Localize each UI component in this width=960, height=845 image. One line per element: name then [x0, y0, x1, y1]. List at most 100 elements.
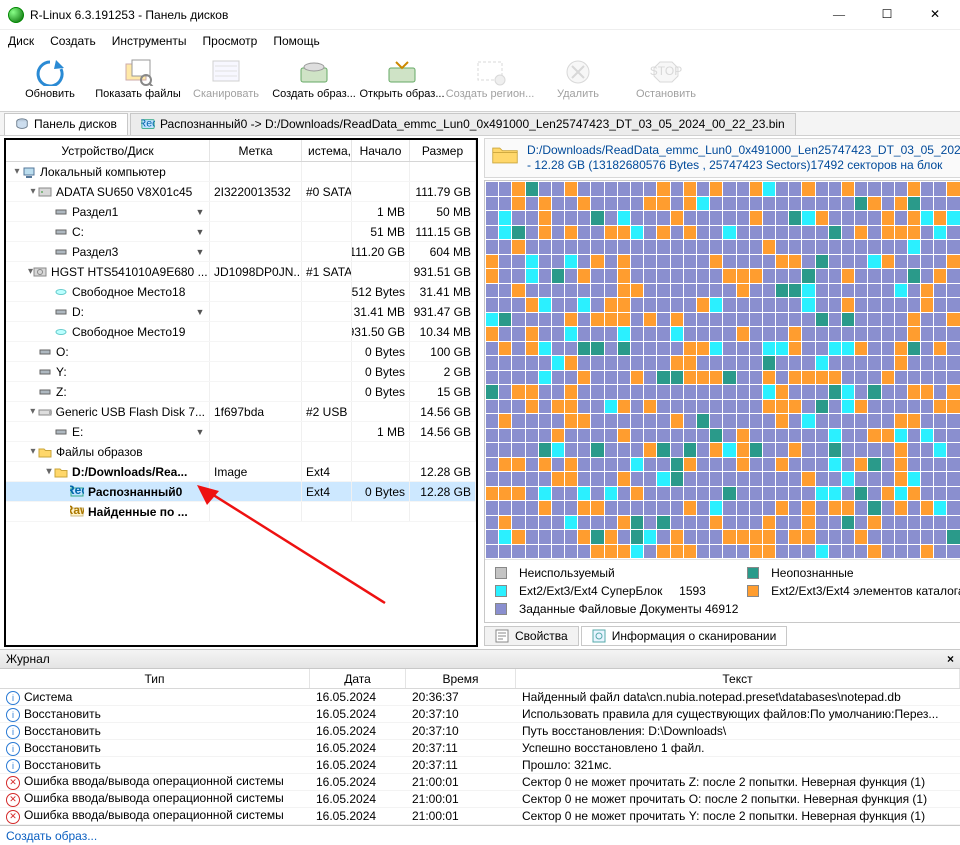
tree-size: 604 MB	[410, 242, 476, 261]
tree-fs: #1 SATA, HDD	[302, 262, 352, 281]
tree-start: 111.20 GB	[352, 242, 410, 261]
svg-text:Rec: Rec	[70, 485, 84, 497]
journal-row[interactable]: iВосстановить16.05.202420:37:10Использов…	[0, 706, 960, 723]
jcol-date[interactable]: Дата	[310, 669, 406, 688]
tree-row[interactable]: ▾Generic USB Flash Disk 7...1f697bda#2 U…	[6, 402, 476, 422]
col-device[interactable]: Устройство/Диск	[6, 140, 210, 161]
journal-type: Ошибка ввода/вывода операционной системы	[24, 774, 284, 788]
tree-row[interactable]: ▾Файлы образов	[6, 442, 476, 462]
twisty-icon[interactable]: ▾	[28, 406, 38, 417]
tree-row[interactable]: Раздел3▼111.20 GB604 MB	[6, 242, 476, 262]
tree-row[interactable]: Y:0 Bytes2 GB	[6, 362, 476, 382]
tree-start: 931.50 GB	[352, 322, 410, 341]
status-text: Создать образ...	[6, 829, 97, 843]
create-region-icon	[474, 58, 506, 86]
tree-name: Y:	[56, 365, 67, 379]
tree-row[interactable]: Свободное Место19931.50 GB10.34 MB	[6, 322, 476, 342]
dropdown-icon[interactable]: ▼	[195, 207, 205, 217]
maximize-button[interactable]: ☐	[872, 7, 902, 22]
col-start[interactable]: Начало	[352, 140, 410, 161]
journal-row[interactable]: ✕Ошибка ввода/вывода операционной систем…	[0, 791, 960, 808]
tree-row[interactable]: C:▼51 MB111.15 GB	[6, 222, 476, 242]
toolbar-show-files-button[interactable]: Показать файлы	[96, 56, 180, 104]
col-label[interactable]: Метка	[210, 140, 302, 161]
tab-recognized[interactable]: Rec Распознанный0 -> D:/Downloads/ReadDa…	[130, 113, 796, 135]
journal-row[interactable]: iВосстановить16.05.202420:37:10Путь восс…	[0, 723, 960, 740]
twisty-icon[interactable]: ▾	[28, 186, 38, 197]
col-fs[interactable]: истема,	[302, 140, 352, 161]
tree-row[interactable]: Свободное Место18512 Bytes31.41 MB	[6, 282, 476, 302]
sector-grid[interactable]	[485, 181, 960, 559]
journal-text: Сектор 0 не может прочитать Z: после 2 п…	[516, 775, 960, 789]
error-icon: ✕	[6, 776, 20, 790]
dropdown-icon[interactable]: ▼	[195, 227, 205, 237]
ssd-icon	[38, 185, 52, 199]
twisty-icon[interactable]: ▾	[28, 446, 38, 457]
toolbar-label: Показать файлы	[95, 88, 180, 100]
legend-dir: Ext2/Ext3/Ext4 элементов каталога 4990	[771, 584, 960, 598]
tab-label: Распознанный0 -> D:/Downloads/ReadData_e…	[160, 117, 785, 131]
twisty-icon[interactable]: ▾	[12, 166, 22, 177]
toolbar-refresh-button[interactable]: Обновить	[8, 56, 92, 104]
tree-row[interactable]: RawНайденные по ...	[6, 502, 476, 522]
dropdown-icon[interactable]: ▼	[195, 427, 205, 437]
tree-name: Локальный компьютер	[40, 165, 166, 179]
tree-row[interactable]: RecРаспознанный0Ext40 Bytes12.28 GB	[6, 482, 476, 502]
minimize-button[interactable]: —	[824, 7, 854, 22]
tree-name: Z:	[56, 385, 67, 399]
tree-row[interactable]: ▾HGST HTS541010A9E680 ...JD1098DP0JN...#…	[6, 262, 476, 282]
journal-close-icon[interactable]: ×	[947, 652, 954, 666]
journal-text: Использовать правила для существующих фа…	[516, 707, 960, 721]
tree-fs: Ext4	[302, 462, 352, 481]
journal-text: Найденный файл data\cn.nubia.notepad.pre…	[516, 690, 960, 704]
journal-row[interactable]: iВосстановить16.05.202420:37:11Успешно в…	[0, 740, 960, 757]
disk-icon	[15, 117, 29, 131]
twisty-icon[interactable]: ▾	[44, 466, 54, 477]
tree-row[interactable]: E:▼1 MB14.56 GB	[6, 422, 476, 442]
journal-row[interactable]: iСистема16.05.202420:36:37Найденный файл…	[0, 689, 960, 706]
dropdown-icon[interactable]: ▼	[195, 307, 205, 317]
tree-name: Найденные по ...	[88, 505, 188, 519]
menu-create[interactable]: Создать	[50, 34, 96, 48]
tree-fs	[302, 282, 352, 301]
journal-row[interactable]: iВосстановить16.05.202420:37:11Прошло: 3…	[0, 757, 960, 774]
tree-size: 111.79 GB	[410, 182, 476, 201]
tree-name: Распознанный0	[88, 485, 182, 499]
jcol-type[interactable]: Тип	[0, 669, 310, 688]
jcol-time[interactable]: Время	[406, 669, 516, 688]
tab-properties[interactable]: Свойства	[484, 626, 579, 646]
tree-row[interactable]: Раздел1▼1 MB50 MB	[6, 202, 476, 222]
tree-row[interactable]: Z:0 Bytes15 GB	[6, 382, 476, 402]
tree-row[interactable]: ▾ Локальный компьютер	[6, 162, 476, 182]
journal-type: Восстановить	[24, 724, 101, 738]
toolbar-create-image-button[interactable]: Создать образ...	[272, 56, 356, 104]
menu-help[interactable]: Помощь	[273, 34, 319, 48]
tab-scan-info[interactable]: Информация о сканировании	[581, 626, 788, 646]
right-header-line2: - 12.28 GB (13182680576 Bytes , 25747423…	[527, 158, 960, 173]
disk-tree-panel: Устройство/Диск Метка истема, Начало Раз…	[4, 138, 478, 647]
col-size[interactable]: Размер	[410, 140, 476, 161]
tree-row[interactable]: O:0 Bytes100 GB	[6, 342, 476, 362]
menu-view[interactable]: Просмотр	[203, 34, 258, 48]
right-bottom-tabs: Свойства Информация о сканировании	[484, 623, 960, 649]
main-area: Устройство/Диск Метка истема, Начало Раз…	[0, 136, 960, 649]
part-icon	[54, 225, 68, 239]
close-button[interactable]: ✕	[920, 7, 950, 22]
tree-row[interactable]: ▾ADATA SU650 V8X01c452I3220013532#0 SATA…	[6, 182, 476, 202]
jcol-text[interactable]: Текст	[516, 669, 960, 688]
toolbar-open-image-button[interactable]: Открыть образ...	[360, 56, 444, 104]
tree-row[interactable]: ▾D:/Downloads/Rea...ImageExt412.28 GB	[6, 462, 476, 482]
scaninfo-icon	[592, 629, 606, 643]
dropdown-icon[interactable]: ▼	[195, 247, 205, 257]
menu-disk[interactable]: Диск	[8, 34, 34, 48]
menu-tools[interactable]: Инструменты	[112, 34, 187, 48]
toolbar-label: Сканировать	[193, 88, 259, 100]
journal-row[interactable]: ✕ Ошибка ввода/вывода операционной систем…	[0, 774, 960, 791]
tab-disk-panel[interactable]: Панель дисков	[4, 113, 128, 135]
legend-swatch-unused	[495, 567, 507, 579]
journal-row[interactable]: ✕Ошибка ввода/вывода операционной систем…	[0, 808, 960, 825]
tree-row[interactable]: D:▼31.41 MB931.47 GB	[6, 302, 476, 322]
tree-label: JD1098DP0JN...	[210, 262, 302, 281]
toolbar-label: Создать образ...	[272, 88, 356, 100]
legend-superblock-count: 1593	[679, 584, 739, 598]
